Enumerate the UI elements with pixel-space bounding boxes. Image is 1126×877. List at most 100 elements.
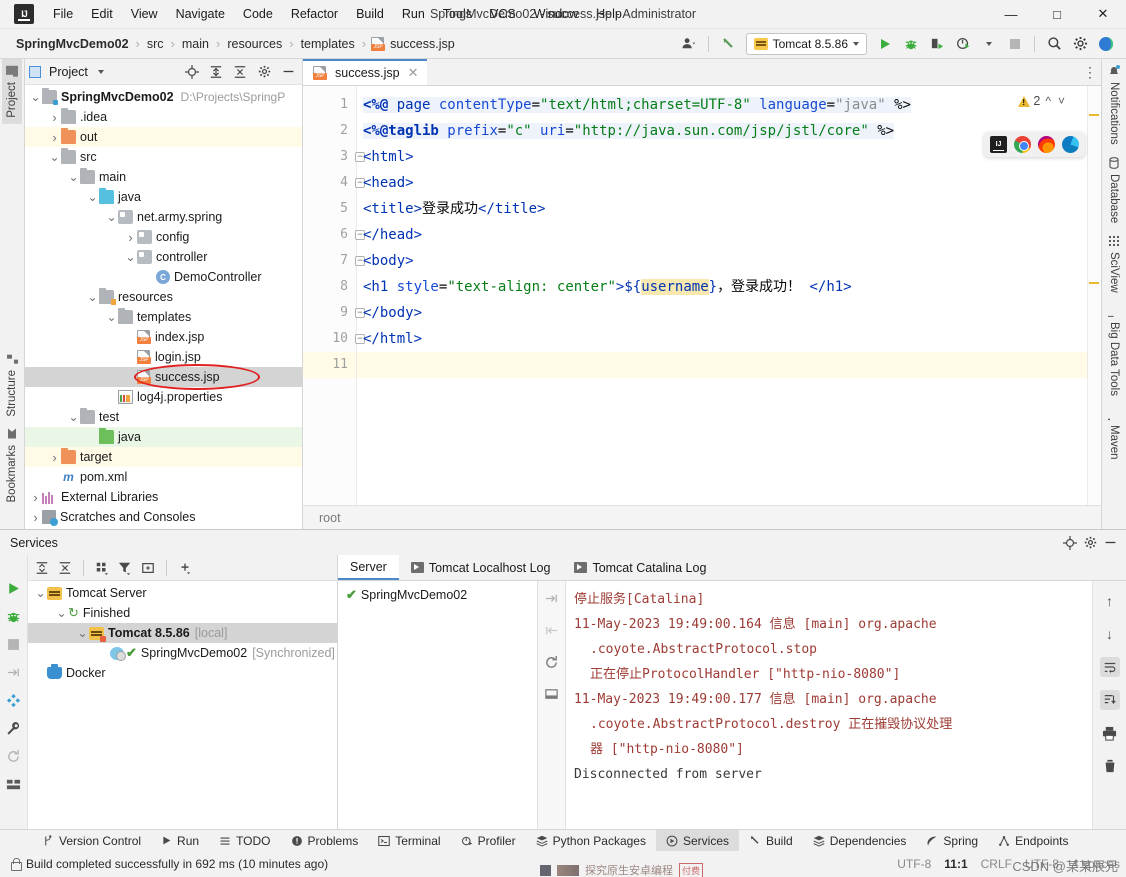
code-line[interactable] [357,352,1101,378]
code-editor[interactable]: 1 2 3−4−5 6−7−8 9−10−11 <%@ page contentType… [303,86,1101,505]
gear-icon[interactable] [254,62,274,82]
project-tree-row[interactable]: › config [25,227,302,247]
services-tree-row[interactable]: ⌄ ↻ Finished [28,603,337,623]
project-tree-row[interactable]: ⌄ templates [25,307,302,327]
code-line[interactable]: </body> [357,300,1101,326]
tool-window-button-terminal[interactable]: Terminal [368,830,450,852]
menu-view[interactable]: View [122,3,167,25]
breadcrumb-resources[interactable]: resources [225,36,284,52]
code-line[interactable]: <head> [357,170,1101,196]
expand-all-icon[interactable] [32,558,52,578]
services-target-icon[interactable] [1060,533,1080,553]
connect-icon[interactable] [5,691,23,709]
services-tree[interactable]: ⌄ Tomcat Server ⌄ ↻ Finished ⌄ Tomcat 8.5.86 [l… [28,581,337,683]
tool-window-button-endpoints[interactable]: Endpoints [988,830,1078,852]
build-project-icon[interactable] [716,32,740,56]
chevron-down-icon[interactable]: ⌄ [105,211,118,223]
debug-button[interactable] [5,607,23,625]
line-number[interactable]: 6− [303,222,365,248]
user-avatar-icon[interactable] [677,32,701,56]
services-tree-row[interactable]: ⌄ Tomcat 8.5.86 [local] [28,623,337,643]
tool-window-button-services[interactable]: Services [655,829,739,852]
code-line[interactable]: <title>登录成功</title> [357,196,1101,222]
sidebar-item-maven[interactable]: m Maven [1104,402,1124,466]
close-icon[interactable]: ✕ [408,65,419,81]
sidebar-item-notifications[interactable]: Notifications [1104,59,1124,151]
tool-window-button-build[interactable]: Build [739,830,803,852]
sidebar-item-database[interactable]: Database [1104,151,1124,229]
code-line[interactable]: </html> [357,326,1101,352]
print-icon[interactable] [1100,723,1120,743]
services-tab-bar[interactable]: Server Tomcat Localhost Log Tomcat Catalin… [338,555,1126,581]
run-configuration-selector[interactable]: Tomcat 8.5.86 [745,32,867,55]
breadcrumb[interactable]: SpringMvcDemo02 › src › main › resources… [14,36,457,52]
gear-icon[interactable] [1068,32,1092,56]
tool-window-button-spring[interactable]: Spring [916,830,988,852]
group-by-icon[interactable] [92,558,112,578]
chevron-down-icon[interactable]: ⌄ [34,587,47,599]
hide-panel-icon[interactable] [278,62,298,82]
menu-file[interactable]: File [44,3,82,25]
sidebar-item-structure[interactable]: Structure [2,347,22,423]
menu-refactor[interactable]: Refactor [282,3,347,25]
collapse-all-icon[interactable] [55,558,75,578]
project-tree-row[interactable]: ⌄ controller [25,247,302,267]
deployment-row[interactable]: ✔ SpringMvcDemo02 [338,585,537,605]
breadcrumb-templates[interactable]: templates [299,36,357,52]
expand-all-icon[interactable] [206,62,226,82]
profile-button[interactable] [951,32,975,56]
profile-dropdown-icon[interactable] [977,32,1001,56]
chevron-down-icon[interactable]: ⌄ [48,151,61,163]
undeploy-icon[interactable] [543,621,561,639]
inspection-summary[interactable]: 2 ^ ˅ [1018,94,1067,108]
sidebar-item-project[interactable]: Project [2,59,22,124]
line-number[interactable]: 2 [303,118,356,144]
line-number[interactable]: 7− [303,248,365,274]
menu-bar[interactable]: File Edit View Navigate Code Refactor Bu… [44,3,631,25]
menu-code[interactable]: Code [234,3,282,25]
collapse-all-icon[interactable] [230,62,250,82]
scroll-from-source-icon[interactable] [182,62,202,82]
tool-window-button-problems[interactable]: Problems [281,830,369,852]
line-number[interactable]: 5 [303,196,356,222]
project-tree-row[interactable]: ⌄ src [25,147,302,167]
warning-marker[interactable] [1089,282,1099,284]
restore-layout-icon[interactable] [543,685,561,703]
sidebar-item-bookmarks[interactable]: Bookmarks [2,422,22,509]
project-tree-row[interactable]: ⌄ resources [25,287,302,307]
sidebar-item-sciview[interactable]: SciView [1104,229,1124,299]
project-tree-row[interactable]: ⌄ main [25,167,302,187]
inspection-gutter[interactable] [1087,86,1101,505]
project-tree-row[interactable]: ⌄ java [25,187,302,207]
chevron-right-icon[interactable]: › [29,510,42,525]
new-tab-icon[interactable] [138,558,158,578]
project-tree-row[interactable]: ›success.jsp [25,367,302,387]
filter-icon[interactable] [115,558,135,578]
code-line[interactable]: <h1 style="text-align: center">${usernam… [357,274,1101,300]
bottom-tool-window-bar[interactable]: Version Control Run TODO Problems Terminal Pr… [0,829,1126,852]
tool-window-button-run[interactable]: Run [151,830,209,852]
chevron-down-icon[interactable]: ⌄ [86,191,99,203]
menu-build[interactable]: Build [347,3,393,25]
services-tree-row[interactable]: ⌄ Tomcat Server [28,583,337,603]
breadcrumb-project[interactable]: SpringMvcDemo02 [14,36,131,52]
chevron-down-icon[interactable]: ⌄ [55,607,68,619]
services-tab-server[interactable]: Server [338,555,399,580]
run-with-coverage-button[interactable] [925,32,949,56]
project-tree-row[interactable]: › target [25,447,302,467]
services-tree-row[interactable]: ›Docker [28,663,337,683]
chevron-down-icon[interactable]: ⌄ [67,411,80,423]
refresh-icon[interactable] [5,747,23,765]
chevron-down-icon[interactable]: ⌄ [29,91,42,103]
line-number[interactable]: 11 [303,352,356,378]
refresh-icon[interactable] [543,653,561,671]
project-tree[interactable]: ⌄ SpringMvcDemo02 D:\Projects\SpringP › .ide… [25,85,302,529]
code-line[interactable]: <body> [357,248,1101,274]
editor-breadcrumb-root[interactable]: root [319,511,341,525]
editor-breadcrumb-bar[interactable]: root [303,505,1101,529]
browser-launcher-popup[interactable]: IJ [984,132,1085,157]
maximize-button[interactable]: □ [1034,0,1080,29]
menu-navigate[interactable]: Navigate [167,3,234,25]
stop-button[interactable] [1003,32,1027,56]
ide-logo-icon[interactable] [1094,32,1118,56]
